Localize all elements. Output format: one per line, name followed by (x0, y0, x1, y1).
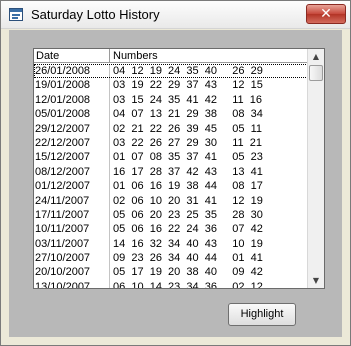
list-rows: 26/01/2008 04 12 19 24 35 40 26 29 19/01/2… (34, 64, 308, 289)
row-numbers: 04 12 19 24 35 40 26 29 (113, 65, 263, 77)
list-item[interactable]: 05/01/2008 04 07 13 21 29 38 08 34 (34, 107, 308, 121)
row-date: 12/01/2008 (35, 93, 91, 106)
list-item[interactable]: 13/10/2007 06 10 14 23 34 36 02 12 (34, 280, 308, 289)
list-item[interactable]: 26/01/2008 04 12 19 24 35 40 26 29 (34, 64, 308, 79)
row-date: 17/11/2007 (35, 208, 90, 221)
list-item[interactable]: 24/11/2007 02 06 10 20 31 41 12 19 (34, 194, 308, 208)
row-numbers: 02 06 10 20 31 41 12 19 (113, 194, 263, 207)
row-date: 27/10/2007 (35, 252, 91, 265)
vertical-scrollbar[interactable]: ▲ ▼ (307, 49, 324, 288)
row-date: 13/10/2007 (35, 280, 91, 289)
row-numbers: 03 22 26 27 29 30 11 21 (113, 136, 263, 149)
row-numbers: 05 17 19 20 38 40 09 42 (113, 266, 263, 279)
row-numbers: 04 07 13 21 29 38 08 34 (113, 108, 263, 121)
row-numbers: 06 10 14 23 34 36 02 12 (113, 280, 263, 289)
row-numbers: 09 23 26 34 40 44 01 41 (113, 252, 263, 265)
list-item[interactable]: 20/10/2007 05 17 19 20 38 40 09 42 (34, 265, 308, 279)
column-header-date: Date (36, 50, 60, 62)
list-item[interactable]: 27/10/2007 09 23 26 34 40 44 01 41 (34, 251, 308, 265)
row-date: 15/12/2007 (35, 151, 91, 164)
row-date: 10/11/2007 (35, 223, 90, 236)
row-numbers: 05 06 16 22 24 36 07 42 (113, 223, 263, 236)
row-date: 05/01/2008 (35, 108, 91, 121)
row-date: 20/10/2007 (35, 266, 91, 279)
row-numbers: 01 06 16 19 38 44 08 17 (113, 180, 263, 193)
row-date: 22/12/2007 (35, 136, 91, 149)
row-numbers: 03 15 24 35 41 42 11 16 (113, 93, 263, 106)
column-divider (109, 49, 110, 63)
list-item[interactable]: 17/11/2007 05 06 20 23 25 35 28 30 (34, 208, 308, 222)
row-numbers: 03 19 22 29 37 43 12 15 (113, 79, 263, 92)
form-panel: Date Numbers 26/01/2008 04 12 19 24 35 40… (9, 30, 342, 337)
list-item[interactable]: 22/12/2007 03 22 26 27 29 30 11 21 (34, 136, 308, 150)
row-numbers: 16 17 28 37 42 43 13 41 (113, 165, 263, 178)
list-header: Date Numbers (34, 49, 308, 63)
list-item[interactable]: 15/12/2007 01 07 08 35 37 41 05 23 (34, 150, 308, 164)
list-item[interactable]: 08/12/2007 16 17 28 37 42 43 13 41 (34, 165, 308, 179)
lotto-history-list[interactable]: Date Numbers 26/01/2008 04 12 19 24 35 40… (33, 48, 325, 289)
row-numbers: 02 21 22 26 39 45 05 11 (113, 122, 263, 135)
row-date: 26/01/2008 (35, 65, 91, 77)
row-numbers: 01 07 08 35 37 41 05 23 (113, 151, 263, 164)
row-date: 08/12/2007 (35, 165, 91, 178)
close-icon: ✕ (320, 6, 332, 22)
scroll-up-arrow-icon[interactable]: ▲ (308, 49, 324, 64)
list-item[interactable]: 19/01/2008 03 19 22 29 37 43 12 15 (34, 78, 308, 92)
scroll-down-arrow-icon[interactable]: ▼ (308, 273, 324, 288)
highlight-button[interactable]: Highlight (228, 303, 296, 326)
row-date: 29/12/2007 (35, 122, 91, 135)
window-title: Saturday Lotto History (31, 7, 160, 22)
row-date: 01/12/2007 (35, 180, 91, 193)
title-bar[interactable]: Saturday Lotto History ✕ (1, 1, 350, 29)
row-numbers: 05 06 20 23 25 35 28 30 (113, 208, 263, 221)
row-numbers: 14 16 32 34 40 43 10 19 (113, 237, 263, 250)
form-icon (9, 8, 23, 21)
list-item[interactable]: 03/11/2007 14 16 32 34 40 43 10 19 (34, 237, 308, 251)
close-button[interactable]: ✕ (306, 4, 346, 24)
app-window: Saturday Lotto History ✕ Date Numbers 26… (0, 0, 351, 346)
list-item[interactable]: 29/12/2007 02 21 22 26 39 45 05 11 (34, 122, 308, 136)
row-date: 03/11/2007 (35, 237, 90, 250)
row-date: 24/11/2007 (35, 194, 90, 207)
list-item[interactable]: 10/11/2007 05 06 16 22 24 36 07 42 (34, 222, 308, 236)
column-header-numbers: Numbers (113, 50, 158, 62)
list-item[interactable]: 01/12/2007 01 06 16 19 38 44 08 17 (34, 179, 308, 193)
list-item[interactable]: 12/01/2008 03 15 24 35 41 42 11 16 (34, 93, 308, 107)
scrollbar-thumb[interactable] (309, 65, 323, 81)
row-date: 19/01/2008 (35, 79, 91, 92)
